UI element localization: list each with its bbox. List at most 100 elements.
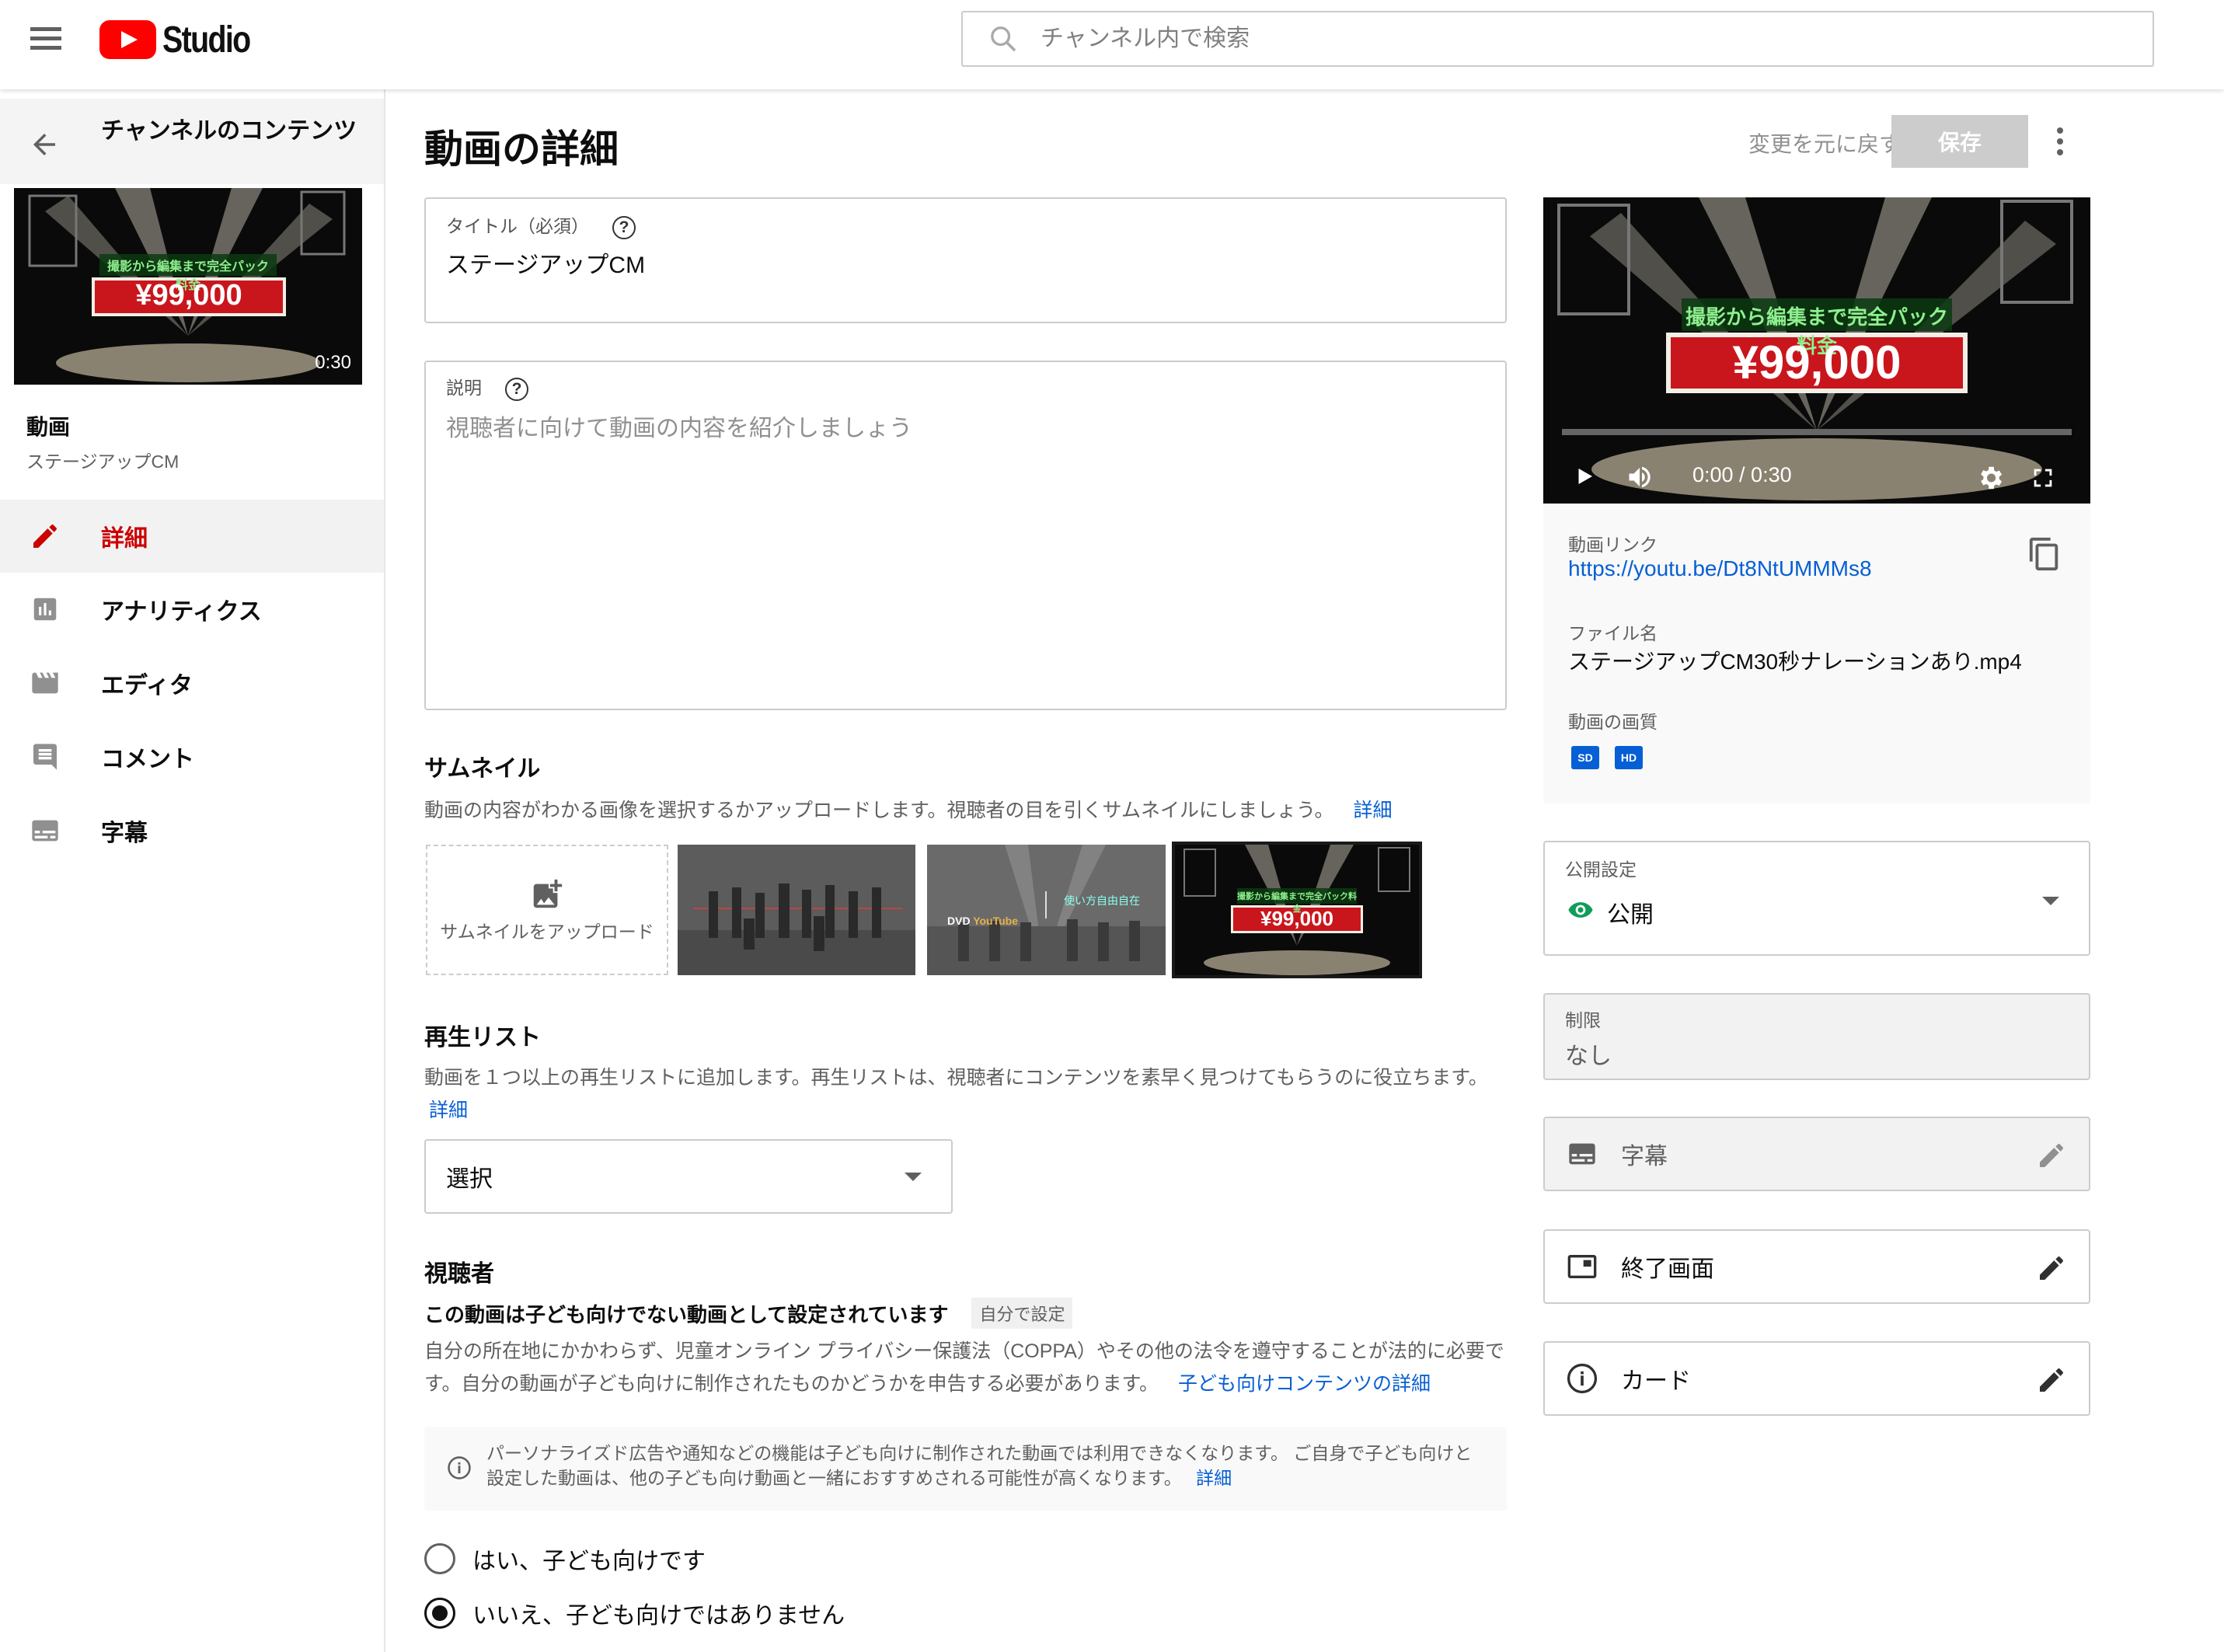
made-for-kids-no-radio[interactable]: いいえ、子ども向けではありません <box>424 1596 845 1630</box>
youtube-play-logo-icon <box>99 20 156 59</box>
dropdown-arrow-icon <box>2042 897 2059 905</box>
channel-content-label[interactable]: チャンネルのコンテンツ <box>101 117 365 145</box>
thumbnail-option-2[interactable]: DVD YouTube 使い方自由自在 <box>927 845 1166 975</box>
sidebar-item-comments[interactable]: コメント <box>0 720 384 793</box>
add-image-icon <box>533 879 563 908</box>
visibility-value: 公開 <box>1607 902 1654 928</box>
playlist-dropdown[interactable]: 選択 <box>424 1139 953 1214</box>
sidebar-item-editor[interactable]: エディタ <box>0 647 384 720</box>
subtitles-edit-row[interactable]: 字幕 <box>1543 1117 2090 1191</box>
kids-info-box: パーソナライズド広告や通知などの機能は子ども向けに制作された動画では利用できなく… <box>424 1427 1507 1511</box>
video-link-label: 動画リンク <box>1568 535 1658 555</box>
sidebar-item-analytics[interactable]: アナリティクス <box>0 573 384 646</box>
kids-info-text: パーソナライズド広告や通知などの機能は子ども向けに制作された動画では利用できなく… <box>486 1441 1481 1490</box>
search-icon <box>991 26 1016 52</box>
hamburger-menu-icon[interactable] <box>28 23 64 54</box>
description-field-label-row: 説明? <box>446 373 528 401</box>
visibility-label: 公開設定 <box>1565 859 1637 880</box>
player-progress-bar[interactable] <box>1562 429 2072 435</box>
title-field[interactable]: タイトル（必須）? ステージアップCM <box>424 197 1507 323</box>
comment-icon <box>28 740 62 774</box>
radio-label: いいえ、子ども向けではありません <box>472 1603 845 1629</box>
description-field-label: 説明 <box>446 378 482 398</box>
search-input[interactable] <box>1041 26 2051 52</box>
sd-quality-badge: SD <box>1571 746 1599 769</box>
sidebar-video-thumbnail[interactable]: 撮影から編集まで完全パック料金 ¥99,000 0:30 <box>14 188 362 385</box>
visibility-dropdown[interactable]: 公開設定 公開 <box>1543 841 2090 956</box>
playlist-learn-more-link[interactable]: 詳細 <box>429 1100 468 1121</box>
thumbnail-learn-more-link[interactable]: 詳細 <box>1353 800 1392 821</box>
pencil-icon <box>28 519 62 553</box>
end-screen-label: 終了画面 <box>1621 1256 1714 1282</box>
kids-content-learn-more-link[interactable]: 子ども向けコンテンツの詳細 <box>1178 1373 1431 1395</box>
upload-thumbnail-button[interactable]: サムネイルをアップロード <box>426 845 668 975</box>
settings-gear-icon[interactable] <box>1975 463 2005 493</box>
thumbnail-description-text: 動画の内容がわかる画像を選択するかアップロードします。視聴者の目を引くサムネイル… <box>424 800 1334 821</box>
channel-content-link[interactable]: チャンネルのコンテンツ <box>0 99 384 184</box>
fullscreen-icon[interactable] <box>2030 465 2056 491</box>
duration-badge: 0:30 <box>315 352 351 373</box>
dropdown-arrow-icon <box>905 1172 922 1181</box>
playlist-description: 動画を１つ以上の再生リストに追加します。再生リストは、視聴者にコンテンツを素早く… <box>424 1061 1497 1127</box>
end-screen-edit-row[interactable]: 終了画面 <box>1543 1229 2090 1304</box>
clapperboard-icon <box>28 666 62 700</box>
left-sidebar: チャンネルのコンテンツ 撮影から編集まで完全パック料金 ¥99,000 0:30… <box>0 89 385 1652</box>
video-info-card: 動画リンク https://youtu.be/Dt8NtUMMMs8 ファイル名… <box>1543 504 2090 803</box>
sidebar-item-subtitles[interactable]: 字幕 <box>0 794 384 867</box>
sidebar-item-details[interactable]: 詳細 <box>0 500 384 573</box>
radio-unchecked-icon <box>424 1543 455 1574</box>
video-player[interactable]: 撮影から編集まで完全パック料金 ¥99,000 0:00 / 0:30 <box>1543 197 2090 504</box>
kids-info-message: パーソナライズド広告や通知などの機能は子ども向けに制作された動画では利用できなく… <box>486 1443 1473 1488</box>
stage-group-image <box>927 845 1166 975</box>
radio-label: はい、子ども向けです <box>472 1549 706 1574</box>
made-for-kids-yes-radio[interactable]: はい、子ども向けです <box>424 1542 706 1576</box>
save-button[interactable]: 保存 <box>1891 115 2028 168</box>
player-price: ¥99,000 <box>1732 336 1902 389</box>
sidebar-item-label: エディタ <box>101 673 193 699</box>
thumbnail-heading: サムネイル <box>424 756 541 782</box>
help-icon[interactable]: ? <box>505 377 528 401</box>
description-input[interactable]: 視聴者に向けて動画の内容を紹介しましょう <box>446 409 912 443</box>
thumbnail-option-3-selected[interactable]: 撮影から編集まで完全パック料金 ¥99,000 <box>1172 842 1422 978</box>
analytics-icon <box>28 592 62 626</box>
help-icon[interactable]: ? <box>612 215 636 239</box>
edit-pencil-icon[interactable] <box>2036 1364 2067 1396</box>
subtitles-icon <box>28 814 62 848</box>
filename: ステージアップCM30秒ナレーションあり.mp4 <box>1568 650 2022 674</box>
copy-icon[interactable] <box>2027 535 2062 573</box>
search-bar[interactable] <box>961 11 2154 67</box>
title-field-label-row: タイトル（必須）? <box>446 211 636 239</box>
eye-icon <box>1568 902 1593 918</box>
restriction-value: なし <box>1565 1044 1612 1069</box>
cards-edit-row[interactable]: カード <box>1543 1341 2090 1416</box>
more-options-icon[interactable] <box>2048 124 2072 160</box>
sidebar-item-label: アナリティクス <box>101 599 262 625</box>
play-icon[interactable] <box>1573 465 1596 488</box>
thumbnail-option-1[interactable] <box>678 845 915 975</box>
sidebar-item-label: 詳細 <box>101 526 148 552</box>
playlist-heading: 再生リスト <box>424 1025 541 1051</box>
info-icon <box>448 1456 471 1479</box>
title-input[interactable]: ステージアップCM <box>446 246 645 280</box>
info-icon <box>1567 1363 1598 1394</box>
end-screen-icon <box>1567 1255 1597 1278</box>
filename-label: ファイル名 <box>1568 623 1658 643</box>
audience-status-text: この動画は子ども向けでない動画として設定されています <box>424 1302 949 1326</box>
back-arrow-icon[interactable] <box>28 128 61 161</box>
player-controls: 0:00 / 0:30 <box>1543 454 2090 500</box>
playlist-description-text: 動画を１つ以上の再生リストに追加します。再生リストは、視聴者にコンテンツを素早く… <box>424 1067 1488 1089</box>
page-title: 動画の詳細 <box>424 127 619 171</box>
subtitles-icon <box>1569 1143 1595 1165</box>
restriction-field: 制限 なし <box>1543 993 2090 1080</box>
edit-pencil-icon[interactable] <box>2036 1140 2067 1171</box>
edit-pencil-icon[interactable] <box>2036 1253 2067 1284</box>
video-link[interactable]: https://youtu.be/Dt8NtUMMMs8 <box>1568 556 1872 581</box>
undo-changes-button[interactable]: 変更を元に戻す <box>1748 127 1901 159</box>
volume-icon[interactable] <box>1624 463 1655 491</box>
thumbnail-description: 動画の内容がわかる画像を選択するかアップロードします。視聴者の目を引くサムネイル… <box>424 794 1512 827</box>
kids-info-learn-more-link[interactable]: 詳細 <box>1196 1468 1232 1488</box>
description-field[interactable]: 説明? 視聴者に向けて動画の内容を紹介しましょう <box>424 361 1507 710</box>
dance-group-image <box>678 845 915 975</box>
thumb-text-usage: 使い方自由自在 <box>1064 894 1140 907</box>
studio-logo[interactable]: Studio <box>99 19 269 61</box>
